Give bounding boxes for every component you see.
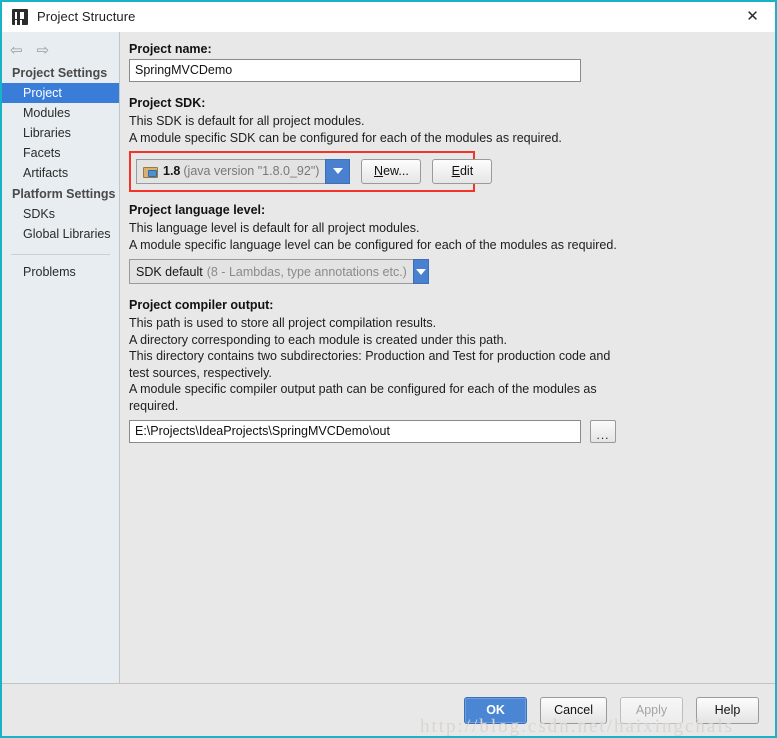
project-sdk-dropdown-arrow-icon[interactable] (325, 158, 351, 184)
project-sdk-combo-value[interactable]: 1.8 (java version "1.8.0_92") (136, 158, 326, 184)
project-sdk-combo[interactable]: 1.8 (java version "1.8.0_92") (136, 158, 351, 184)
sdk-row-highlight: 1.8 (java version "1.8.0_92") New... Edi… (129, 151, 493, 192)
help-button[interactable]: Help (696, 696, 759, 724)
compiler-output-row: E:\Projects\IdeaProjects\SpringMVCDemo\o… (129, 420, 761, 443)
new-sdk-button[interactable]: New... (361, 158, 422, 184)
sdk-folder-icon (143, 165, 158, 178)
language-level-desc-line-2: A module specific language level can be … (129, 237, 617, 252)
compiler-output-desc-line-6: required. (129, 398, 179, 413)
compiler-output-input[interactable]: E:\Projects\IdeaProjects\SpringMVCDemo\o… (129, 420, 581, 443)
project-sdk-desc-line-1: This SDK is default for all project modu… (129, 114, 365, 128)
language-level-combo[interactable]: SDK default (8 - Lambdas, type annotatio… (129, 259, 429, 284)
compiler-output-desc-line-2: A directory corresponding to each module… (129, 332, 507, 347)
sidebar-group-platform-settings: Platform Settings (12, 187, 116, 201)
main-panel: Project name: SpringMVCDemo Project SDK:… (120, 32, 775, 683)
compiler-output-desc-line-3: This directory contains two subdirectori… (129, 349, 611, 363)
back-arrow-icon[interactable]: ⇦ (10, 42, 23, 58)
sidebar-item-facets[interactable]: Facets (2, 143, 119, 163)
sidebar-item-artifacts[interactable]: Artifacts (2, 163, 119, 183)
sidebar-item-libraries[interactable]: Libraries (2, 123, 119, 143)
project-name-input[interactable]: SpringMVCDemo (129, 59, 581, 82)
browse-button[interactable]: ... (590, 420, 616, 443)
language-level-desc-line-1: This language level is default for all p… (129, 221, 420, 235)
sidebar-item-project[interactable]: Project (2, 83, 119, 103)
language-level-combo-value[interactable]: SDK default (8 - Lambdas, type annotatio… (129, 259, 413, 284)
intellij-idea-logo-icon (12, 8, 28, 25)
sidebar-navigation: ⇦ ⇨ (2, 38, 119, 62)
dialog-footer: http://blog.csdn.net/haixingchals OK Can… (2, 683, 775, 737)
project-sdk-desc-line-2: A module specific SDK can be configured … (129, 130, 562, 145)
language-level-dropdown-arrow-icon[interactable] (412, 259, 429, 284)
language-level-detail: (8 - Lambdas, type annotations etc.) (206, 264, 407, 279)
title-bar: Project Structure ✕ (2, 2, 775, 32)
sidebar-divider (11, 254, 110, 255)
edit-sdk-button[interactable]: Edit (432, 158, 493, 184)
forward-arrow-icon[interactable]: ⇨ (37, 42, 50, 58)
project-sdk-label: Project SDK: (129, 96, 206, 110)
compiler-output-label: Project compiler output: (129, 298, 274, 312)
apply-button: Apply (620, 696, 683, 724)
project-sdk-detail: (java version "1.8.0_92") (183, 164, 320, 178)
new-sdk-button-label-rest: ew... (383, 164, 409, 178)
close-icon[interactable]: ✕ (730, 2, 775, 30)
edit-sdk-button-label-rest: dit (459, 164, 474, 178)
compiler-output-desc-line-5: A module specific compiler output path c… (129, 382, 597, 396)
window-title: Project Structure (37, 9, 136, 24)
language-level-value: SDK default (136, 264, 203, 279)
project-structure-dialog: Project Structure ✕ ⇦ ⇨ Project Settings… (0, 0, 777, 738)
dialog-body: ⇦ ⇨ Project Settings Project Modules Lib… (2, 32, 775, 683)
language-level-label: Project language level: (129, 203, 266, 217)
project-sdk-version: 1.8 (163, 164, 181, 178)
sidebar-group-project-settings: Project Settings (12, 66, 108, 80)
ok-button[interactable]: OK (464, 696, 528, 724)
cancel-button[interactable]: Cancel (540, 696, 607, 724)
project-name-label: Project name: (129, 42, 212, 56)
compiler-output-desc-line-4: test sources, respectively. (129, 365, 272, 380)
sidebar-item-problems[interactable]: Problems (2, 262, 119, 282)
sidebar-item-global-libraries[interactable]: Global Libraries (2, 224, 119, 244)
sidebar-item-modules[interactable]: Modules (2, 103, 119, 123)
sidebar-item-sdks[interactable]: SDKs (2, 204, 119, 224)
sidebar: ⇦ ⇨ Project Settings Project Modules Lib… (2, 32, 120, 683)
compiler-output-desc-line-1: This path is used to store all project c… (129, 316, 437, 330)
